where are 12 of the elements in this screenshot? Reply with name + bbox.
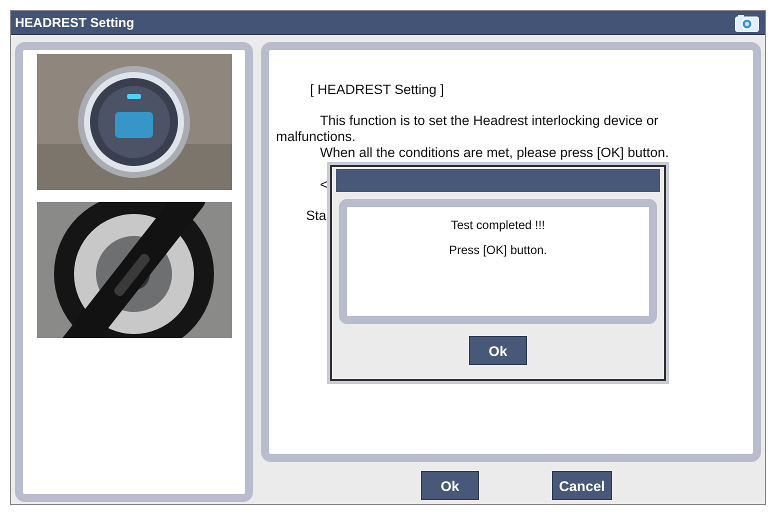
section-heading: [ HEADREST Setting ]	[310, 82, 446, 97]
list-text: <	[320, 177, 328, 192]
status-text: Sta	[306, 208, 326, 223]
ok-button[interactable]: Ok	[469, 336, 527, 365]
ok-button[interactable]: Ok	[421, 471, 479, 500]
cancel-button[interactable]: Cancel	[552, 471, 612, 500]
description-text: When all the conditions are met, please press [OK] button.	[319, 145, 670, 161]
window-title: HEADREST Setting	[15, 15, 134, 30]
description-text: This function is to set the Headrest interlocking device or malfunctions.	[276, 113, 660, 145]
camera-icon[interactable]	[735, 14, 759, 32]
message-text: Press [OK] button.	[448, 242, 548, 259]
message-text: Test completed !!!	[450, 217, 546, 234]
